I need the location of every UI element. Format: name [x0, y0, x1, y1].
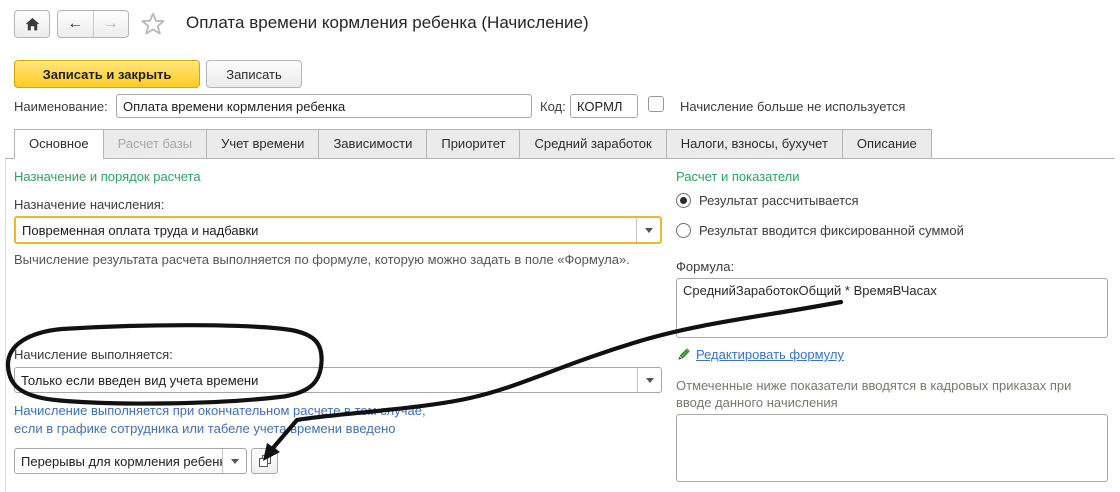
chevron-down-icon[interactable] [637, 368, 661, 392]
tab-bar: Основное Расчет базы Учет времени Зависи… [14, 129, 932, 159]
forward-button[interactable]: → [92, 11, 129, 37]
performed-hint-line2: если в графике сотрудника или табеле уче… [14, 421, 396, 436]
tab-priority[interactable]: Приоритет [426, 129, 521, 158]
open-in-window-icon [258, 455, 271, 467]
performed-hint-line1: Начисление выполняется при окончательном… [14, 403, 426, 418]
save-label: Записать [226, 66, 282, 82]
save-and-close-button[interactable]: Записать и закрыть [14, 60, 200, 88]
code-label: Код: [540, 99, 566, 114]
home-icon [25, 17, 39, 31]
radio-result-fixed[interactable]: Результат вводится фиксированной суммой [676, 223, 964, 238]
indicators-hint: Отмеченные ниже показатели вводятся в ка… [676, 378, 1072, 410]
purpose-select-value: Повременная оплата труда и надбавки [22, 222, 259, 238]
tab-main[interactable]: Основное [14, 129, 104, 159]
purpose-label: Назначение начисления: [14, 197, 165, 212]
edit-formula-row: Редактировать формулу [676, 347, 844, 362]
chevron-down-icon[interactable] [222, 449, 246, 473]
formula-label: Формула: [676, 259, 735, 274]
forward-icon: → [102, 15, 119, 32]
save-button[interactable]: Записать [206, 60, 302, 88]
time-kind-select-value: Перерывы для кормления ребенк [21, 453, 222, 469]
tab-taxes-accounting[interactable]: Налоги, взносы, бухучет [665, 129, 843, 158]
name-input[interactable] [116, 94, 532, 118]
formula-value: СреднийЗаработокОбщий * ВремяВЧасах [683, 283, 937, 298]
back-button[interactable]: ← [58, 11, 93, 37]
accrual-card-window: ← → Оплата времени кормления ребенка (На… [0, 0, 1120, 492]
home-button[interactable] [14, 10, 50, 38]
performed-label: Начисление выполняется: [14, 347, 173, 362]
tab-time-tracking[interactable]: Учет времени [206, 129, 320, 158]
name-label: Наименование: [14, 99, 108, 114]
section-purpose-title: Назначение и порядок расчета [14, 169, 201, 184]
edit-formula-link[interactable]: Редактировать формулу [696, 347, 844, 362]
time-kind-select[interactable]: Перерывы для кормления ребенк [14, 448, 247, 474]
pencil-icon [678, 347, 690, 360]
purpose-select[interactable]: Повременная оплата труда и надбавки [14, 216, 662, 244]
radio-unselected-icon [676, 223, 691, 238]
tab-dependencies[interactable]: Зависимости [318, 129, 428, 158]
back-icon: ← [67, 15, 84, 32]
tab-divider [5, 158, 1115, 159]
panel-left-border [5, 159, 6, 492]
not-used-label: Начисление больше не используется [680, 99, 906, 114]
page-title: Оплата времени кормления ребенка (Начисл… [186, 13, 589, 32]
indicators-list[interactable] [676, 414, 1108, 482]
radio-result-fixed-label: Результат вводится фиксированной суммой [699, 223, 964, 238]
tab-base-calc[interactable]: Расчет базы [102, 129, 208, 158]
save-and-close-label: Записать и закрыть [42, 66, 172, 82]
tab-average-earnings[interactable]: Средний заработок [519, 129, 667, 158]
formula-field[interactable]: СреднийЗаработокОбщий * ВремяВЧасах [676, 278, 1108, 338]
radio-result-calculated[interactable]: Результат рассчитывается [676, 193, 859, 208]
section-calc-title: Расчет и показатели [676, 169, 800, 184]
chevron-down-icon[interactable] [636, 218, 660, 242]
code-input[interactable] [570, 94, 638, 118]
favorite-star-button[interactable] [140, 11, 166, 37]
tab-description[interactable]: Описание [841, 129, 932, 158]
nav-history-group: ← → [57, 10, 129, 38]
radio-result-calculated-label: Результат рассчитывается [699, 193, 859, 208]
radio-selected-icon [676, 193, 691, 208]
performed-select[interactable]: Только если введен вид учета времени [14, 367, 662, 393]
star-icon [141, 12, 165, 35]
purpose-hint: Вычисление результата расчета выполняетс… [14, 252, 630, 267]
open-time-kind-button[interactable] [251, 448, 278, 474]
not-used-checkbox[interactable] [648, 96, 664, 112]
performed-select-value: Только если введен вид учета времени [21, 372, 259, 388]
